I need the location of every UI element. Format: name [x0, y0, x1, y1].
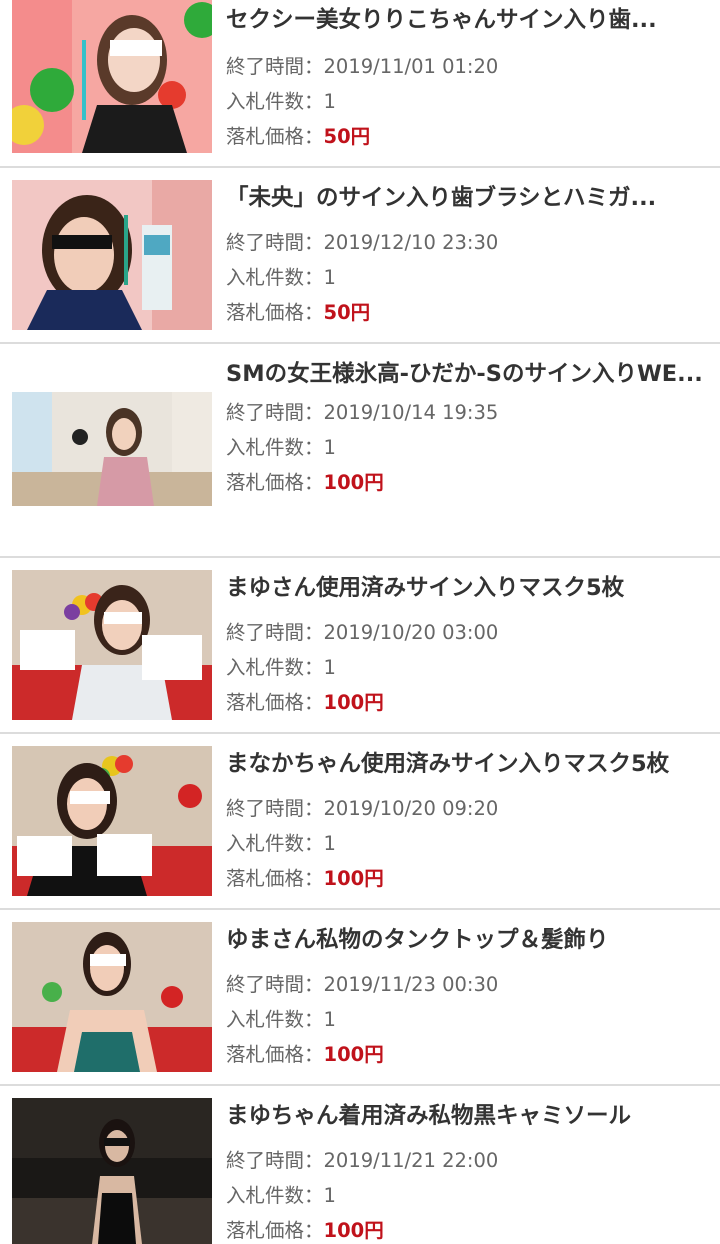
- price-value: 100円: [323, 691, 384, 714]
- bid-count-row: 入札件数：1: [226, 650, 706, 685]
- bid-count-label: 入札件数：: [226, 266, 324, 289]
- bid-count-value: 1: [323, 436, 336, 459]
- auction-item[interactable]: ゆまさん私物のタンクトップ＆髪飾り 終了時間：2019/11/23 00:30 …: [0, 910, 720, 1086]
- end-time-row: 終了時間：2019/10/20 03:00: [226, 615, 706, 650]
- bid-count-row: 入札件数：1: [226, 1178, 706, 1213]
- bid-count-label: 入札件数：: [226, 832, 324, 855]
- end-time-label: 終了時間：: [226, 231, 324, 254]
- bid-count-label: 入札件数：: [226, 90, 324, 113]
- item-info: まゆちゃん着用済み私物黒キャミソール 終了時間：2019/11/21 22:00…: [226, 1096, 706, 1244]
- price-value: 50円: [323, 301, 371, 324]
- bid-count-value: 1: [323, 266, 336, 289]
- end-time-row: 終了時間：2019/12/10 23:30: [226, 225, 706, 260]
- end-time-label: 終了時間：: [226, 797, 324, 820]
- end-time-label: 終了時間：: [226, 621, 324, 644]
- price-row: 落札価格：100円: [226, 465, 706, 500]
- item-title[interactable]: まゆさん使用済みサイン入りマスク5枚: [226, 568, 706, 608]
- bid-count-row: 入札件数：1: [226, 260, 706, 295]
- end-time-label: 終了時間：: [226, 973, 324, 996]
- price-row: 落札価格：100円: [226, 1213, 706, 1244]
- price-row: 落札価格：100円: [226, 1037, 706, 1072]
- item-thumbnail[interactable]: [12, 180, 212, 330]
- end-time-value: 2019/10/20 03:00: [323, 621, 499, 644]
- bid-count-value: 1: [323, 1008, 336, 1031]
- item-info: まゆさん使用済みサイン入りマスク5枚 終了時間：2019/10/20 03:00…: [226, 568, 706, 720]
- price-label: 落札価格：: [226, 1043, 324, 1066]
- end-time-row: 終了時間：2019/10/20 09:20: [226, 791, 706, 826]
- auction-item[interactable]: まゆさん使用済みサイン入りマスク5枚 終了時間：2019/10/20 03:00…: [0, 558, 720, 734]
- item-thumbnail[interactable]: [12, 1098, 212, 1244]
- bid-count-row: 入札件数：1: [226, 1002, 706, 1037]
- bid-count-label: 入札件数：: [226, 1008, 324, 1031]
- price-value: 50円: [323, 125, 371, 148]
- end-time-label: 終了時間：: [226, 55, 324, 78]
- item-info: まなかちゃん使用済みサイン入りマスク5枚 終了時間：2019/10/20 09:…: [226, 744, 706, 896]
- auction-item[interactable]: まなかちゃん使用済みサイン入りマスク5枚 終了時間：2019/10/20 09:…: [0, 734, 720, 910]
- price-value: 100円: [323, 471, 384, 494]
- item-thumbnail[interactable]: [12, 0, 212, 153]
- bid-count-value: 1: [323, 832, 336, 855]
- auction-item[interactable]: 「未央」のサイン入り歯ブラシとハミガ... 終了時間：2019/12/10 23…: [0, 168, 720, 344]
- item-info: ゆまさん私物のタンクトップ＆髪飾り 終了時間：2019/11/23 00:30 …: [226, 920, 706, 1072]
- end-time-row: 終了時間：2019/11/21 22:00: [226, 1143, 706, 1178]
- item-thumbnail[interactable]: [12, 570, 212, 720]
- end-time-value: 2019/12/10 23:30: [323, 231, 499, 254]
- item-info: SMの女王様氷高-ひだか-Sのサイン入りWE... 終了時間：2019/10/1…: [226, 354, 706, 500]
- end-time-value: 2019/11/23 00:30: [323, 973, 499, 996]
- bid-count-label: 入札件数：: [226, 1184, 324, 1207]
- end-time-row: 終了時間：2019/10/14 19:35: [226, 395, 706, 430]
- bid-count-value: 1: [323, 656, 336, 679]
- price-label: 落札価格：: [226, 691, 324, 714]
- price-row: 落札価格：50円: [226, 295, 706, 330]
- end-time-value: 2019/11/01 01:20: [323, 55, 499, 78]
- price-row: 落札価格：50円: [226, 119, 706, 154]
- bid-count-row: 入札件数：1: [226, 84, 706, 119]
- end-time-value: 2019/11/21 22:00: [323, 1149, 499, 1172]
- end-time-value: 2019/10/20 09:20: [323, 797, 499, 820]
- price-value: 100円: [323, 1219, 384, 1242]
- price-label: 落札価格：: [226, 867, 324, 890]
- item-info: 「未央」のサイン入り歯ブラシとハミガ... 終了時間：2019/12/10 23…: [226, 178, 706, 330]
- bid-count-label: 入札件数：: [226, 656, 324, 679]
- auction-item[interactable]: セクシー美女りりこちゃんサイン入り歯... 終了時間：2019/11/01 01…: [0, 0, 720, 168]
- item-info: セクシー美女りりこちゃんサイン入り歯... 終了時間：2019/11/01 01…: [226, 0, 706, 154]
- bid-count-row: 入札件数：1: [226, 826, 706, 861]
- bid-count-value: 1: [323, 90, 336, 113]
- end-time-label: 終了時間：: [226, 1149, 324, 1172]
- bid-count-row: 入札件数：1: [226, 430, 706, 465]
- bid-count-label: 入札件数：: [226, 436, 324, 459]
- end-time-row: 終了時間：2019/11/01 01:20: [226, 49, 706, 84]
- item-title[interactable]: ゆまさん私物のタンクトップ＆髪飾り: [226, 920, 706, 960]
- price-row: 落札価格：100円: [226, 861, 706, 896]
- auction-item[interactable]: SMの女王様氷高-ひだか-Sのサイン入りWE... 終了時間：2019/10/1…: [0, 344, 720, 558]
- item-title[interactable]: セクシー美女りりこちゃんサイン入り歯...: [226, 0, 706, 40]
- end-time-row: 終了時間：2019/11/23 00:30: [226, 967, 706, 1002]
- price-label: 落札価格：: [226, 1219, 324, 1242]
- item-title[interactable]: まゆちゃん着用済み私物黒キャミソール: [226, 1096, 706, 1136]
- price-value: 100円: [323, 867, 384, 890]
- end-time-value: 2019/10/14 19:35: [323, 401, 499, 424]
- price-label: 落札価格：: [226, 471, 324, 494]
- end-time-label: 終了時間：: [226, 401, 324, 424]
- item-thumbnail[interactable]: [12, 392, 212, 506]
- price-value: 100円: [323, 1043, 384, 1066]
- item-title[interactable]: 「未央」のサイン入り歯ブラシとハミガ...: [226, 178, 706, 218]
- item-thumbnail[interactable]: [12, 922, 212, 1072]
- price-label: 落札価格：: [226, 125, 324, 148]
- price-label: 落札価格：: [226, 301, 324, 324]
- bid-count-value: 1: [323, 1184, 336, 1207]
- price-row: 落札価格：100円: [226, 685, 706, 720]
- item-title[interactable]: まなかちゃん使用済みサイン入りマスク5枚: [226, 744, 706, 784]
- item-thumbnail[interactable]: [12, 746, 212, 896]
- auction-item[interactable]: まゆちゃん着用済み私物黒キャミソール 終了時間：2019/11/21 22:00…: [0, 1086, 720, 1244]
- item-title[interactable]: SMの女王様氷高-ひだか-Sのサイン入りWE...: [226, 354, 706, 395]
